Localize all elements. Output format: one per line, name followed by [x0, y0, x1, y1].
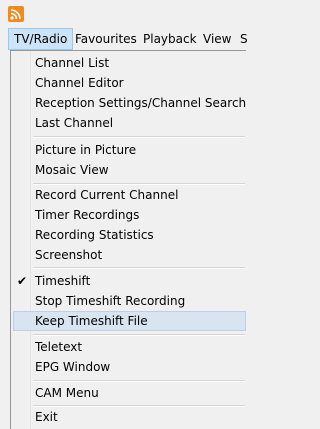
menu-item-last-channel[interactable]: Last Channel [13, 113, 246, 133]
menu-item-teletext[interactable]: Teletext [13, 337, 246, 357]
menu-separator [33, 183, 245, 185]
menu-item-label: Screenshot [35, 248, 103, 262]
menu-item-stop-timeshift-recording[interactable]: Stop Timeshift Recording [13, 291, 246, 311]
menu-bar: TV/Radio Favourites Playback View S [0, 28, 248, 50]
menu-item-recording-statistics[interactable]: Recording Statistics [13, 225, 246, 245]
menu-item-label: Picture in Picture [35, 143, 137, 157]
title-bar [0, 0, 246, 28]
checkmark-icon: ✔ [16, 274, 28, 288]
menu-item-reception-settings[interactable]: Reception Settings/Channel Search [13, 93, 246, 113]
menu-item-channel-editor[interactable]: Channel Editor [13, 73, 246, 93]
menu-item-label: CAM Menu [35, 386, 99, 400]
menu-item-label: Exit [35, 410, 58, 424]
menu-item-label: Keep Timeshift File [35, 314, 148, 328]
menu-item-mosaic-view[interactable]: Mosaic View [13, 160, 246, 180]
menu-item-label: Timer Recordings [35, 208, 140, 222]
menu-separator [33, 405, 245, 407]
menu-item-label: Channel List [35, 56, 110, 70]
tv-radio-dropdown-menu: Channel List Channel Editor Reception Se… [10, 50, 246, 429]
menu-item-label: Stop Timeshift Recording [35, 294, 186, 308]
menu-item-timer-recordings[interactable]: Timer Recordings [13, 205, 246, 225]
menu-separator [33, 334, 245, 336]
menu-item-record-current-channel[interactable]: Record Current Channel [13, 185, 246, 205]
menu-item-label: Timeshift [35, 274, 91, 288]
menu-item-timeshift[interactable]: ✔ Timeshift [13, 271, 246, 291]
menu-favourites[interactable]: Favourites [70, 28, 142, 50]
menu-item-keep-timeshift-file[interactable]: Keep Timeshift File [13, 311, 246, 331]
menu-item-screenshot[interactable]: Screenshot [13, 245, 246, 265]
menu-view[interactable]: View [198, 28, 236, 50]
menu-item-label: Record Current Channel [35, 188, 179, 202]
menu-item-exit[interactable]: Exit [13, 407, 246, 427]
menu-item-cam-menu[interactable]: CAM Menu [13, 383, 246, 403]
menu-tv-radio[interactable]: TV/Radio [8, 28, 74, 50]
menu-item-picture-in-picture[interactable]: Picture in Picture [13, 140, 246, 160]
menu-separator [33, 136, 245, 138]
menu-item-label: Recording Statistics [35, 228, 154, 242]
menu-item-epg-window[interactable]: EPG Window [13, 357, 246, 377]
menu-settings-partial[interactable]: S [235, 28, 253, 50]
menu-separator [33, 267, 245, 269]
menu-item-label: EPG Window [35, 360, 111, 374]
menu-item-label: Reception Settings/Channel Search [35, 96, 247, 110]
menu-item-channel-list[interactable]: Channel List [13, 53, 246, 73]
menu-item-label: Mosaic View [35, 163, 109, 177]
menu-item-label: Teletext [35, 340, 83, 354]
menu-separator [33, 380, 245, 382]
menu-playback[interactable]: Playback [138, 28, 202, 50]
menu-item-label: Last Channel [35, 116, 114, 130]
menu-item-label: Channel Editor [35, 76, 124, 90]
rss-app-icon [8, 6, 24, 22]
